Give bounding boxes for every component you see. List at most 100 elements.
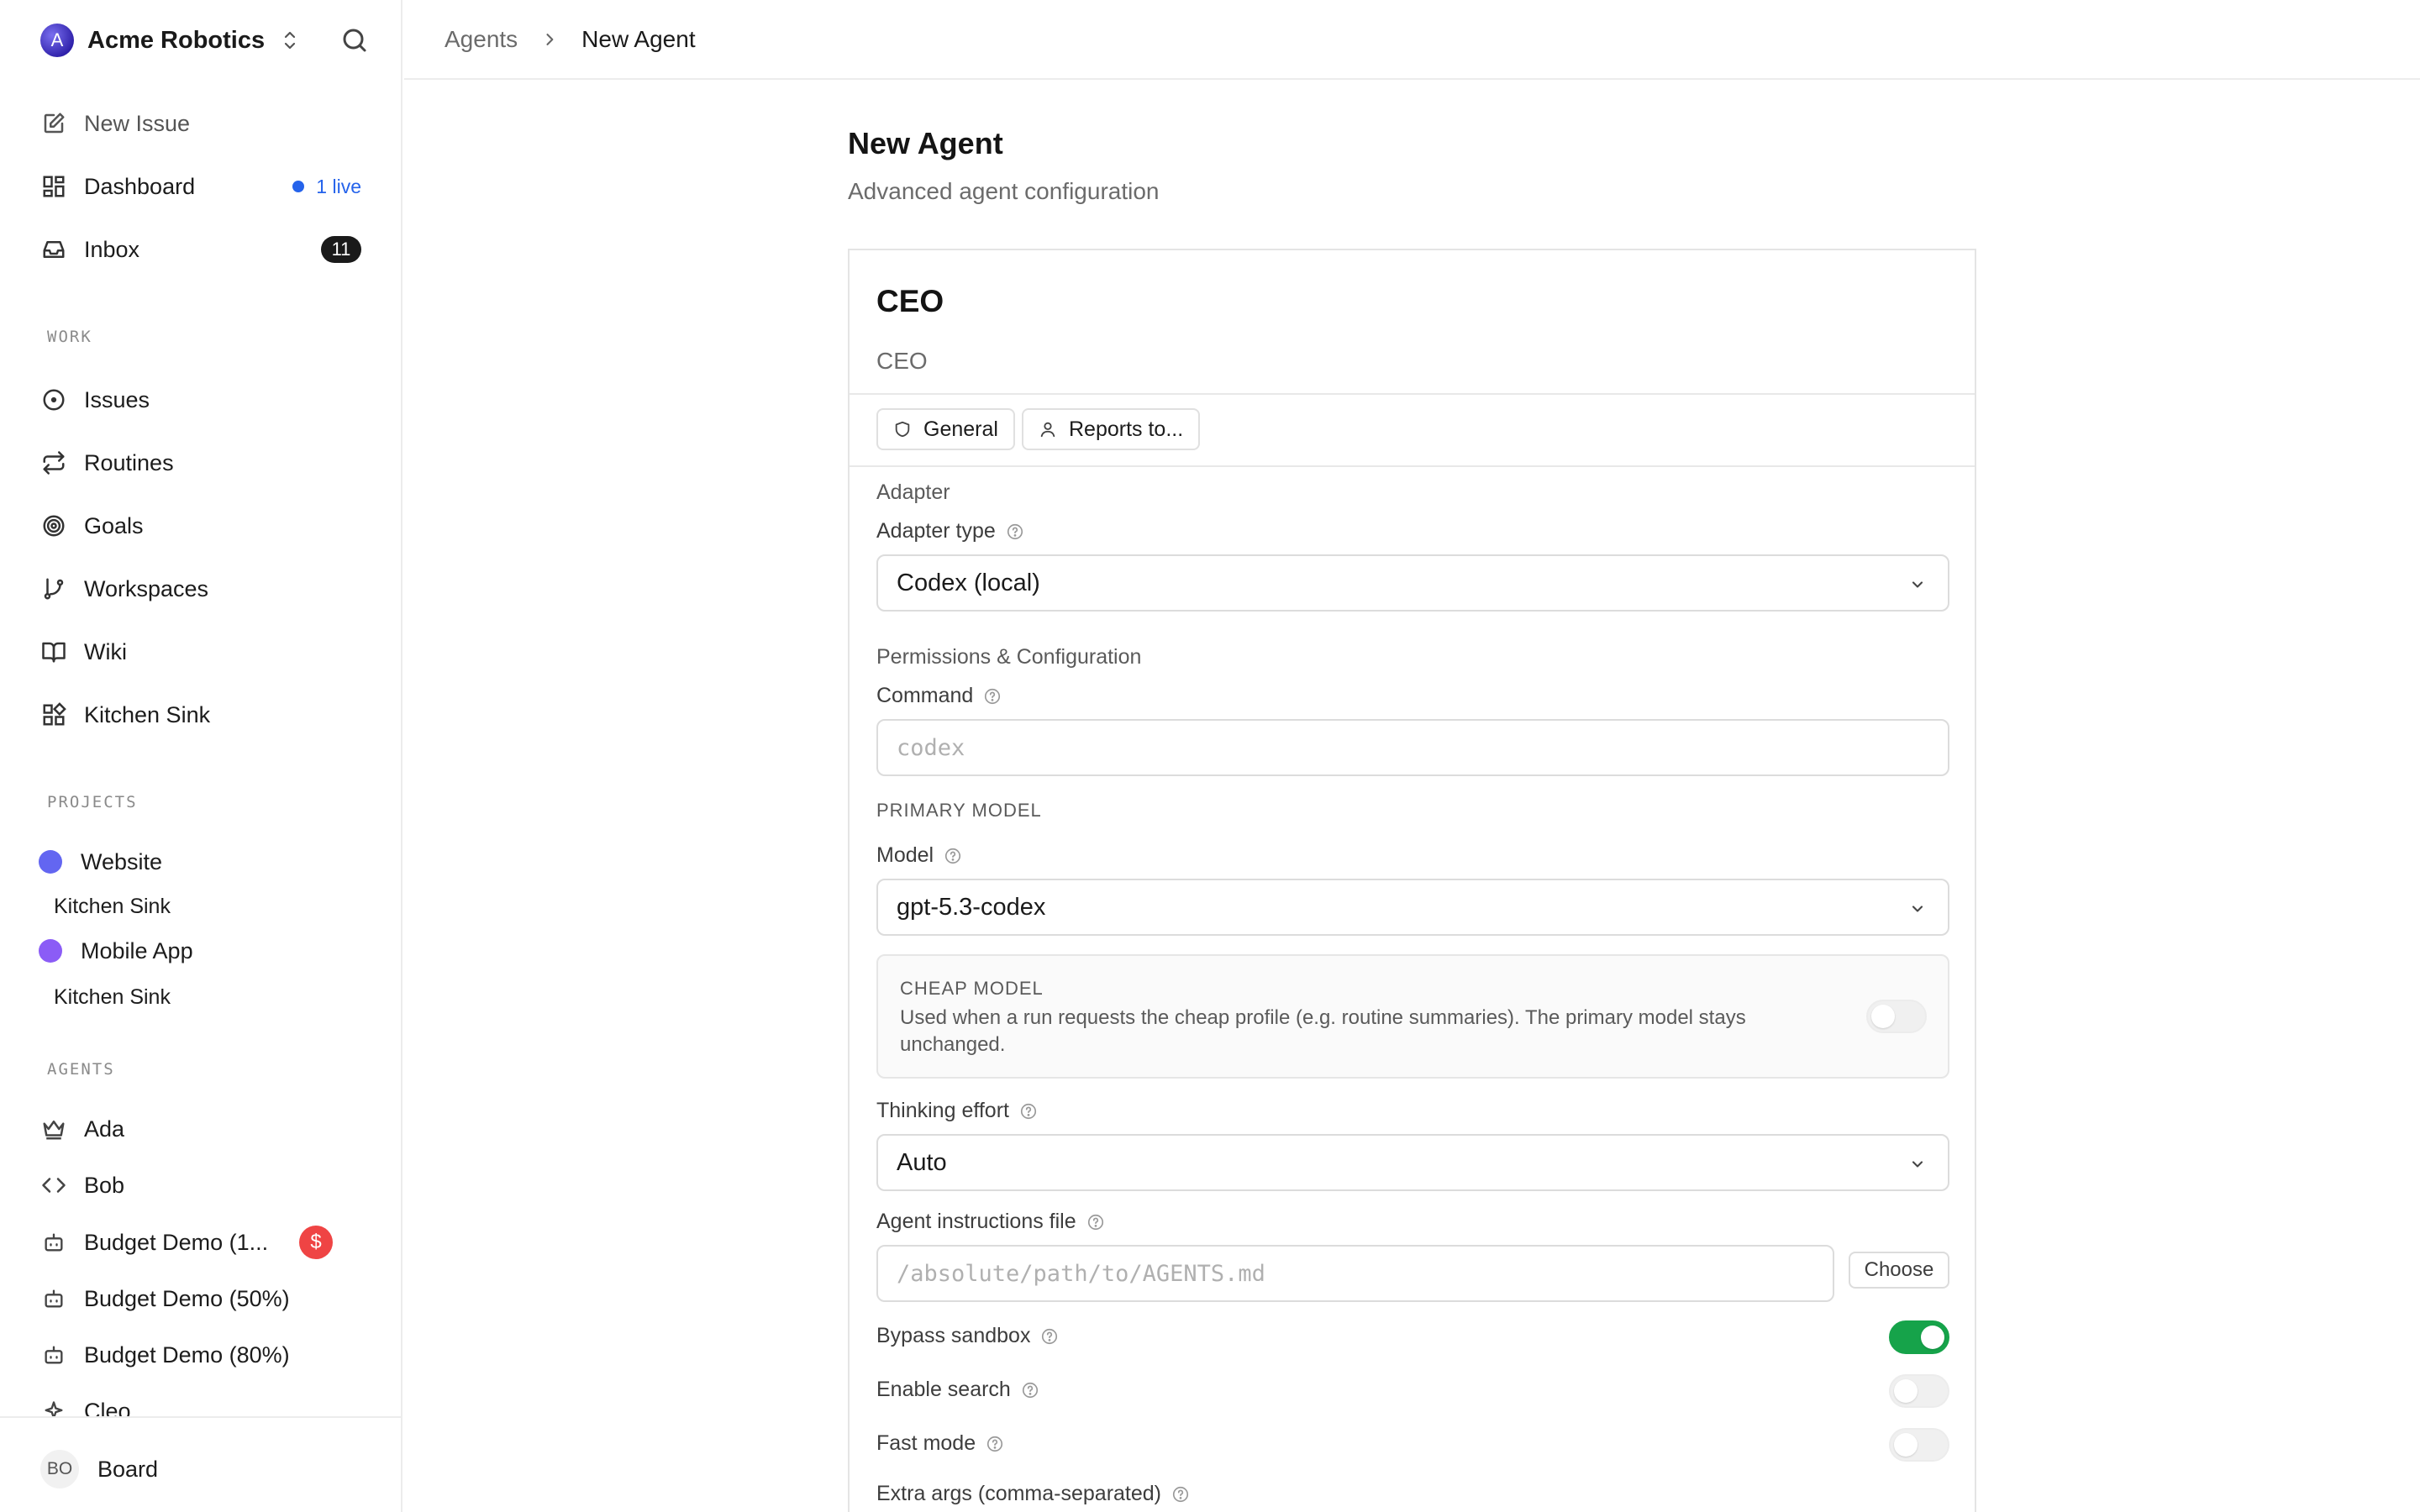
issues-label: Issues	[84, 386, 150, 412]
workspaces-label: Workspaces	[84, 575, 209, 601]
chevrons-up-down-icon	[285, 31, 296, 50]
adapter-type-label: Adapter type	[876, 519, 1024, 543]
agent-budget-demo-50[interactable]: Budget Demo (50%)	[40, 1278, 376, 1319]
command-label: Command	[876, 684, 1002, 708]
blocks-icon	[40, 701, 67, 728]
model-select[interactable]: gpt-5.3-codex	[876, 879, 1949, 936]
agent-role[interactable]: CEO	[876, 348, 928, 375]
extra-args-label-text: Extra args (comma-separated)	[876, 1482, 1162, 1505]
inbox-icon	[40, 236, 67, 263]
work-section-label: WORK	[47, 328, 92, 346]
help-circle-icon[interactable]	[986, 1435, 1004, 1453]
project-website-sub[interactable]: Kitchen Sink	[54, 895, 171, 919]
sidebar-footer[interactable]: BO Board	[0, 1416, 401, 1512]
fast-mode-toggle[interactable]	[1889, 1428, 1949, 1462]
agent-budget-demo-1-label: Budget Demo (1...	[84, 1229, 269, 1255]
goals-label: Goals	[84, 512, 144, 538]
project-mobile-app-sub[interactable]: Kitchen Sink	[54, 985, 171, 1010]
project-website[interactable]: Website	[39, 845, 162, 879]
chevron-right-icon	[546, 33, 554, 45]
model-value: gpt-5.3-codex	[897, 893, 1046, 921]
enable-search-toggle[interactable]	[1889, 1374, 1949, 1408]
help-circle-icon[interactable]	[983, 687, 1002, 706]
bypass-sandbox-label: Bypass sandbox	[876, 1324, 1059, 1348]
adapter-type-label-text: Adapter type	[876, 519, 996, 543]
agent-bob[interactable]: Bob	[40, 1165, 376, 1205]
thinking-effort-label: Thinking effort	[876, 1099, 1038, 1123]
workspace-switcher[interactable]: A Acme Robotics	[40, 22, 300, 59]
general-chip[interactable]: General	[876, 408, 1015, 450]
shield-icon	[895, 421, 910, 438]
agent-budget-demo-1[interactable]: Budget Demo (1... $	[40, 1222, 376, 1263]
workspace-logo: A	[40, 24, 74, 57]
help-circle-icon[interactable]	[1006, 522, 1024, 541]
new-issue-label: New Issue	[84, 110, 191, 136]
reports-to-chip[interactable]: Reports to...	[1022, 408, 1201, 450]
help-circle-icon[interactable]	[1021, 1381, 1039, 1399]
projects-section-label: PROJECTS	[47, 793, 138, 811]
sidebar-item-wiki[interactable]: Wiki	[40, 632, 376, 672]
agent-bob-label: Bob	[84, 1172, 125, 1198]
enable-search-label: Enable search	[876, 1378, 1039, 1402]
project-color-swatch	[39, 850, 62, 874]
avatar: BO	[40, 1450, 79, 1488]
divider	[850, 393, 1975, 395]
sidebar: A Acme Robotics New Issue Dashboard 1 li…	[0, 0, 402, 1512]
cheap-model-panel: CHEAP MODEL Used when a run requests the…	[876, 954, 1949, 1079]
bot-icon	[40, 1341, 67, 1368]
agent-budget-demo-80[interactable]: Budget Demo (80%)	[40, 1335, 376, 1375]
bypass-sandbox-toggle[interactable]	[1889, 1320, 1949, 1354]
user-icon	[1040, 422, 1055, 438]
wiki-label: Wiki	[84, 638, 127, 664]
sidebar-item-inbox[interactable]: Inbox 11	[40, 229, 376, 270]
instructions-file-label: Agent instructions file	[876, 1210, 1105, 1234]
toggle-knob	[1921, 1326, 1944, 1349]
sidebar-item-dashboard[interactable]: Dashboard 1 live	[40, 166, 376, 207]
extra-args-label: Extra args (comma-separated)	[876, 1482, 1190, 1506]
dashboard-label: Dashboard	[84, 173, 196, 199]
agent-ada[interactable]: Ada	[40, 1109, 376, 1149]
instructions-file-input[interactable]: /absolute/path/to/AGENTS.md	[876, 1245, 1834, 1302]
breadcrumb: Agents New Agent	[404, 0, 2420, 80]
divider	[850, 465, 1975, 467]
toggle-knob	[1894, 1379, 1918, 1403]
model-label-text: Model	[876, 843, 934, 867]
command-input[interactable]: codex	[876, 719, 1949, 776]
user-name: Board	[97, 1457, 159, 1482]
choose-file-button[interactable]: Choose	[1849, 1252, 1949, 1289]
model-label: Model	[876, 843, 962, 868]
search-icon[interactable]	[339, 25, 370, 55]
reports-to-chip-label: Reports to...	[1069, 417, 1184, 441]
agent-name[interactable]: CEO	[876, 284, 944, 319]
new-issue-button[interactable]: New Issue	[40, 103, 376, 144]
thinking-effort-select[interactable]: Auto	[876, 1134, 1949, 1191]
help-circle-icon[interactable]	[1019, 1102, 1038, 1121]
edit-icon	[40, 110, 67, 137]
sidebar-item-workspaces[interactable]: Workspaces	[40, 569, 376, 609]
agents-section-label: AGENTS	[47, 1060, 115, 1079]
breadcrumb-agents-link[interactable]: Agents	[445, 26, 518, 53]
sidebar-item-goals[interactable]: Goals	[40, 506, 376, 546]
page-title: New Agent	[848, 126, 1003, 160]
adapter-type-select[interactable]: Codex (local)	[876, 554, 1949, 612]
budget-alert-badge: $	[299, 1226, 333, 1259]
help-circle-icon[interactable]	[1171, 1485, 1190, 1504]
help-circle-icon[interactable]	[1040, 1327, 1059, 1346]
chevron-down-icon	[1912, 906, 1923, 912]
cheap-model-toggle[interactable]	[1866, 1000, 1927, 1033]
routines-label: Routines	[84, 449, 174, 475]
cheap-model-description: Used when a run requests the cheap profi…	[900, 1006, 1746, 1056]
sidebar-item-issues[interactable]: Issues	[40, 380, 376, 420]
sidebar-item-routines[interactable]: Routines	[40, 443, 376, 483]
dashboard-icon	[40, 173, 67, 200]
help-circle-icon[interactable]	[944, 847, 962, 865]
help-circle-icon[interactable]	[1086, 1213, 1105, 1231]
primary-model-heading: PRIMARY MODEL	[876, 800, 1042, 821]
circle-dot-icon	[40, 386, 67, 413]
project-mobile-app[interactable]: Mobile App	[39, 934, 193, 968]
command-label-text: Command	[876, 684, 974, 707]
target-icon	[40, 512, 67, 539]
sidebar-item-kitchen-sink[interactable]: Kitchen Sink	[40, 695, 376, 735]
inbox-label: Inbox	[84, 236, 140, 262]
permissions-section-heading: Permissions & Configuration	[876, 645, 1142, 669]
